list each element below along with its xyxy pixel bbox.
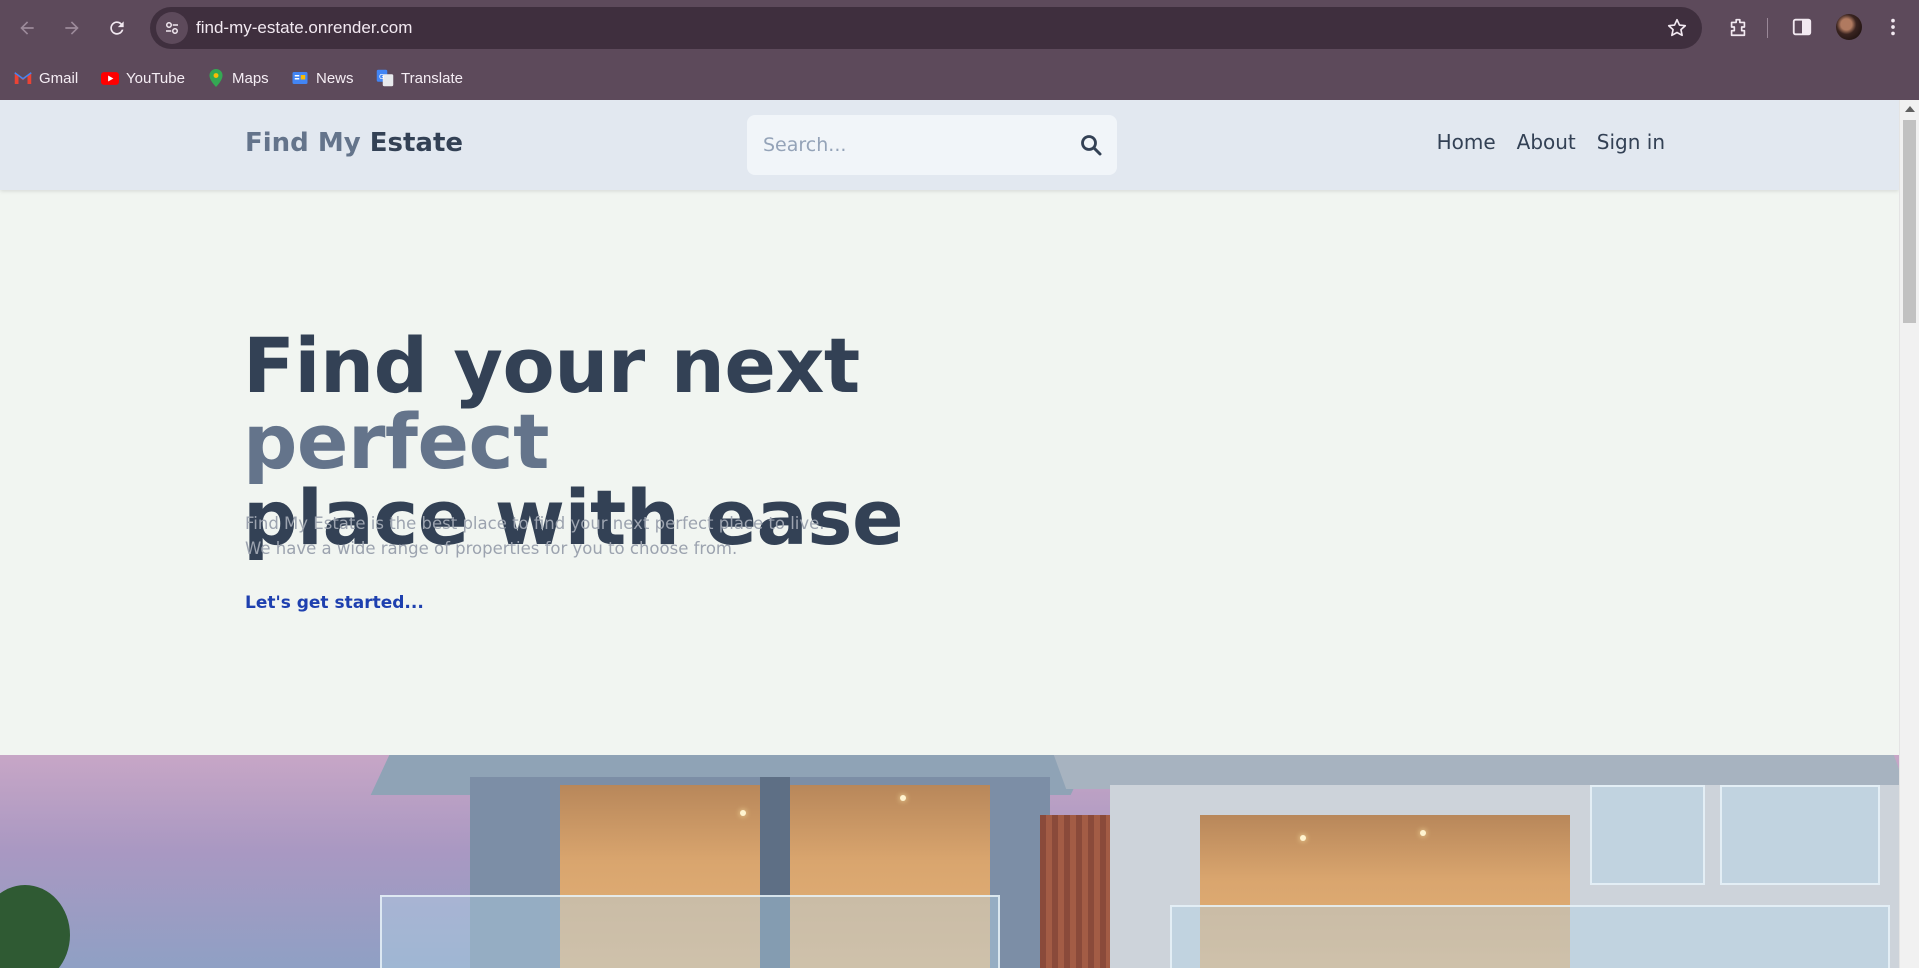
search-icon[interactable]	[1079, 133, 1103, 157]
forward-button[interactable]	[56, 12, 88, 44]
bookmark-gmail[interactable]: Gmail	[14, 66, 78, 90]
maps-icon	[207, 69, 225, 87]
brand-part-1: Find My	[245, 128, 361, 158]
site-header: Find My Estate Home About Sign in	[0, 100, 1899, 190]
search-box	[747, 115, 1117, 175]
bookmark-youtube[interactable]: YouTube	[101, 66, 185, 90]
image-light	[740, 810, 746, 816]
image-light	[900, 795, 906, 801]
image-balcony-glass-1	[380, 895, 1000, 968]
translate-icon: G	[376, 69, 394, 87]
brand-part-2: Estate	[369, 128, 464, 158]
site-logo[interactable]: Find My Estate	[245, 128, 463, 158]
image-roof-right	[1053, 755, 1899, 789]
nav-about-link[interactable]: About	[1517, 130, 1576, 154]
scrollbar-thumb[interactable]	[1903, 120, 1916, 323]
image-wood-cladding	[1040, 815, 1110, 968]
arrow-right-icon	[65, 21, 79, 35]
bookmark-news[interactable]: News	[291, 66, 354, 90]
nav-signin-link[interactable]: Sign in	[1597, 130, 1665, 154]
page-scrollbar[interactable]	[1899, 100, 1919, 968]
main-nav: Home About Sign in	[1437, 130, 1665, 154]
svg-text:G: G	[379, 73, 384, 81]
image-tree	[0, 885, 70, 968]
profile-avatar[interactable]	[1836, 14, 1862, 40]
gmail-icon	[14, 69, 32, 87]
page-viewport: Find My Estate Home About Sign in Find y…	[0, 100, 1919, 968]
hero-description: Find My Estate is the best place to find…	[245, 511, 945, 561]
arrow-left-icon	[20, 21, 34, 35]
hero-description-line-2: We have a wide range of properties for y…	[245, 539, 738, 558]
news-icon	[291, 69, 309, 87]
bookmark-translate[interactable]: G Translate	[376, 66, 463, 90]
hero-property-image	[0, 755, 1899, 968]
scroll-up-arrow-icon[interactable]	[1905, 106, 1915, 112]
nav-home-link[interactable]: Home	[1437, 130, 1496, 154]
image-balcony-glass-2	[1170, 905, 1890, 968]
youtube-icon	[101, 69, 119, 87]
url-text[interactable]: find-my-estate.onrender.com	[196, 7, 412, 49]
reload-button[interactable]	[101, 12, 133, 44]
reload-icon	[110, 21, 124, 35]
toolbar-divider	[1767, 18, 1768, 38]
browser-menu-icon[interactable]	[1880, 14, 1906, 40]
bookmarks-bar: Gmail YouTube Maps News G Translate	[0, 56, 1919, 100]
image-light	[1300, 835, 1306, 841]
get-started-link[interactable]: Let's get started...	[245, 593, 424, 613]
site-info-icon[interactable]	[156, 12, 188, 44]
side-panel-icon[interactable]	[1789, 14, 1815, 40]
browser-chrome: find-my-estate.onrender.com Gmail YouTub…	[0, 0, 1919, 100]
bookmark-maps[interactable]: Maps	[207, 66, 269, 90]
search-input[interactable]	[763, 115, 1063, 175]
extensions-icon[interactable]	[1725, 14, 1751, 40]
browser-toolbar: find-my-estate.onrender.com	[0, 0, 1919, 56]
image-window-2	[1720, 785, 1880, 885]
image-window-1	[1590, 785, 1705, 885]
back-button[interactable]	[11, 12, 43, 44]
bookmark-star-icon[interactable]	[1666, 17, 1688, 39]
image-light	[1420, 830, 1426, 836]
hero-description-line-1: Find My Estate is the best place to find…	[245, 514, 825, 533]
address-bar[interactable]: find-my-estate.onrender.com	[150, 7, 1702, 49]
